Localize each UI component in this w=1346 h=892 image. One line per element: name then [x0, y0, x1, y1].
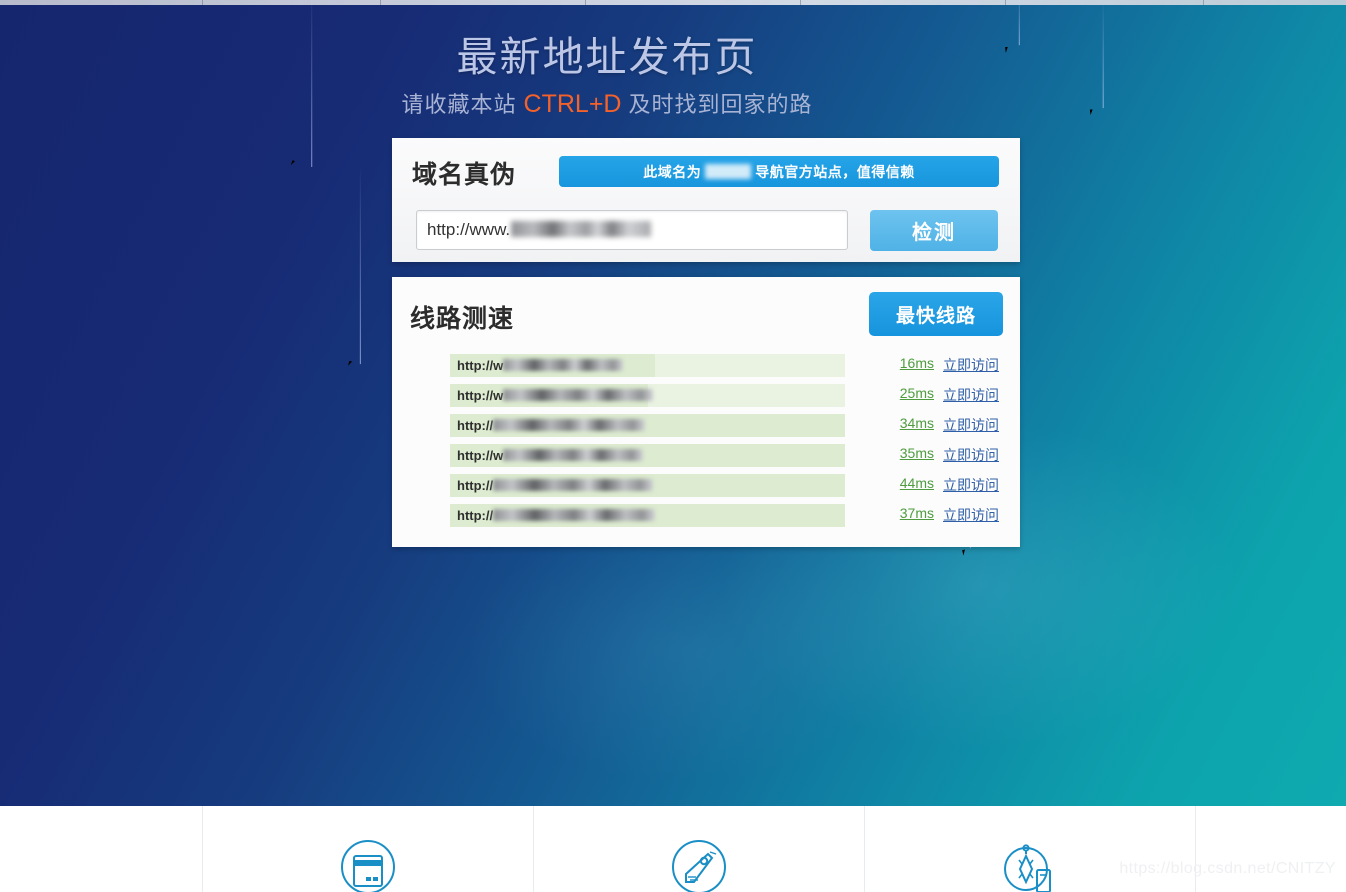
speedtest-row-list: http://w 16ms 立即访问 http://w 25ms 立即访问 http:// 3…	[392, 352, 1020, 532]
domain-url-input[interactable]: http://www.	[416, 210, 848, 250]
visit-link[interactable]: 立即访问	[943, 445, 999, 465]
latency-value[interactable]: 44ms	[890, 475, 934, 491]
visit-link[interactable]: 立即访问	[943, 415, 999, 435]
page-subtitle: 请收藏本站 CTRL+D 及时找到回家的路	[0, 88, 1346, 121]
detect-button[interactable]: 检测	[870, 210, 998, 251]
speedtest-row: http:// 37ms 立即访问	[392, 502, 1020, 532]
route-url: http://w	[457, 444, 644, 467]
speedtest-row: http://w 16ms 立即访问	[392, 352, 1020, 382]
line-speedtest-card: 线路测速 最快线路 http://w 16ms 立即访问 http://w 25ms 立即…	[392, 277, 1020, 547]
visit-link[interactable]: 立即访问	[943, 505, 999, 525]
price-tag-icon	[666, 834, 732, 892]
speedtest-row: http:// 44ms 立即访问	[392, 472, 1020, 502]
route-url-prefix: http://w	[457, 448, 504, 463]
footer-cell-2[interactable]	[534, 806, 865, 892]
visit-link[interactable]: 立即访问	[943, 385, 999, 405]
latency-value[interactable]: 25ms	[890, 385, 934, 401]
route-url-prefix: http://	[457, 478, 494, 493]
footer-cell-empty	[1196, 806, 1344, 892]
dart-decoration	[335, 164, 373, 405]
redacted-domain	[511, 221, 652, 237]
dart-decoration	[959, 288, 987, 580]
fastest-route-button[interactable]: 最快线路	[869, 292, 1003, 336]
latency-bar: http://	[450, 504, 845, 527]
latency-bar: http://	[450, 474, 845, 497]
window-card-icon	[335, 834, 401, 892]
redacted-route-url	[503, 389, 654, 401]
redacted-route-url	[493, 509, 656, 521]
page-title: 最新地址发布页	[456, 34, 758, 80]
hero-section: 最新地址发布页 请收藏本站 CTRL+D 及时找到回家的路 域名真伪 此域名为 导航…	[0, 0, 1346, 806]
visit-link[interactable]: 立即访问	[943, 355, 999, 375]
watermark-text: https://blog.csdn.net/CNITZY	[1119, 860, 1336, 877]
route-url-prefix: http://w	[457, 358, 504, 373]
background-glow	[470, 520, 900, 780]
redacted-route-url	[503, 359, 624, 371]
redacted-route-url	[493, 419, 646, 431]
route-url: http://	[457, 474, 654, 497]
verify-card-label: 域名真伪	[412, 161, 517, 189]
footer-cell-empty	[0, 806, 203, 892]
verify-input-row: http://www. 检测	[392, 200, 1020, 262]
verify-header-row: 域名真伪 此域名为 导航官方站点，值得信赖	[392, 138, 1020, 200]
route-url: http://	[457, 414, 646, 437]
browser-chrome-strip	[0, 0, 1346, 5]
speedtest-row: http://w 35ms 立即访问	[392, 442, 1020, 472]
subtitle-before: 请收藏本站	[401, 92, 517, 117]
latency-value[interactable]: 35ms	[890, 445, 934, 461]
latency-bar: http://w	[450, 384, 845, 407]
redacted-route-url	[503, 449, 644, 461]
redacted-brand-name	[705, 164, 752, 179]
trust-banner: 此域名为 导航官方站点，值得信赖	[559, 156, 999, 187]
latency-bar: http://w	[450, 444, 845, 467]
page-root: 最新地址发布页 请收藏本站 CTRL+D 及时找到回家的路 域名真伪 此域名为 导航…	[0, 0, 1346, 892]
compass-icon	[997, 834, 1063, 892]
speedtest-row: http://w 25ms 立即访问	[392, 382, 1020, 412]
subtitle-after: 及时找到回家的路	[628, 92, 813, 117]
route-url: http://w	[457, 354, 624, 377]
latency-bar: http://	[450, 414, 845, 437]
domain-verify-card: 域名真伪 此域名为 导航官方站点，值得信赖 http://www. 检测	[392, 138, 1020, 262]
hotkey-text: CTRL+D	[523, 90, 622, 118]
trust-banner-before: 此域名为	[643, 163, 702, 180]
latency-value[interactable]: 37ms	[890, 505, 934, 521]
route-url-prefix: http://	[457, 418, 494, 433]
speedtest-title: 线路测速	[410, 305, 515, 333]
visit-link[interactable]: 立即访问	[943, 475, 999, 495]
redacted-route-url	[493, 479, 654, 491]
route-url-prefix: http://w	[457, 388, 504, 403]
latency-bar: http://w	[450, 354, 845, 377]
route-url: http://w	[457, 384, 654, 407]
route-url: http://	[457, 504, 656, 527]
speedtest-row: http:// 34ms 立即访问	[392, 412, 1020, 442]
latency-value[interactable]: 16ms	[890, 355, 934, 371]
footer-cell-3[interactable]	[865, 806, 1196, 892]
trust-banner-after: 导航官方站点，值得信赖	[755, 163, 915, 180]
route-url-prefix: http://	[457, 508, 494, 523]
latency-value[interactable]: 34ms	[890, 415, 934, 431]
footer-cell-1[interactable]	[203, 806, 534, 892]
dart-decoration	[269, 0, 333, 231]
footer-feature-strip	[0, 806, 1346, 892]
url-input-value: http://www.	[427, 220, 511, 239]
